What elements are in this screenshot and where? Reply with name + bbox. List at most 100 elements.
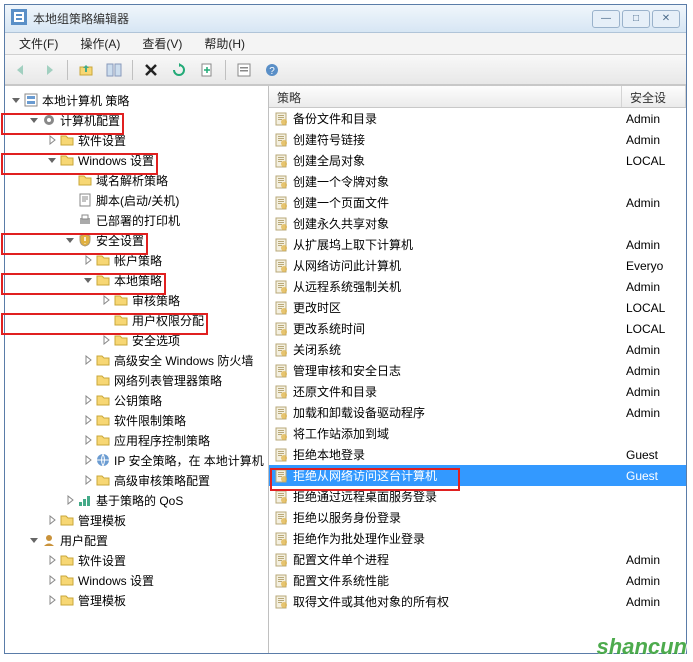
- expand-icon[interactable]: [81, 453, 95, 467]
- policy-row[interactable]: 管理审核和安全日志Admin: [269, 360, 686, 381]
- folder-icon: [95, 272, 111, 288]
- collapse-icon[interactable]: [9, 93, 23, 107]
- expand-icon[interactable]: [45, 553, 59, 567]
- policy-row[interactable]: 拒绝作为批处理作业登录: [269, 528, 686, 549]
- expand-icon[interactable]: [99, 293, 113, 307]
- menu-view[interactable]: 查看(V): [132, 33, 192, 54]
- collapse-icon[interactable]: [45, 153, 59, 167]
- tree-node[interactable]: 高级安全 Windows 防火墙: [5, 350, 268, 370]
- tree-node[interactable]: 本地计算机 策略: [5, 90, 268, 110]
- column-security[interactable]: 安全设: [622, 86, 686, 107]
- policy-row[interactable]: 创建永久共享对象: [269, 213, 686, 234]
- tree-node[interactable]: 公钥策略: [5, 390, 268, 410]
- menu-action[interactable]: 操作(A): [70, 33, 130, 54]
- policy-row[interactable]: 创建一个页面文件Admin: [269, 192, 686, 213]
- policy-row[interactable]: 拒绝以服务身份登录: [269, 507, 686, 528]
- tree-node[interactable]: 管理模板: [5, 510, 268, 530]
- policy-row[interactable]: 创建符号链接Admin: [269, 129, 686, 150]
- expand-icon[interactable]: [45, 593, 59, 607]
- expand-icon[interactable]: [45, 513, 59, 527]
- expand-icon[interactable]: [99, 333, 113, 347]
- tree-node[interactable]: 高级审核策略配置: [5, 470, 268, 490]
- policy-row[interactable]: 加载和卸载设备驱动程序Admin: [269, 402, 686, 423]
- policy-row[interactable]: 更改系统时间LOCAL: [269, 318, 686, 339]
- policy-row[interactable]: 配置文件单个进程Admin: [269, 549, 686, 570]
- properties-button[interactable]: [232, 58, 256, 82]
- policy-row[interactable]: 拒绝通过远程桌面服务登录: [269, 486, 686, 507]
- minimize-button[interactable]: —: [592, 10, 620, 28]
- tree-node[interactable]: 安全设置: [5, 230, 268, 250]
- policy-row[interactable]: 拒绝从网络访问这台计算机Guest: [269, 465, 686, 486]
- policy-row[interactable]: 备份文件和目录Admin: [269, 108, 686, 129]
- policy-row[interactable]: 更改时区LOCAL: [269, 297, 686, 318]
- policy-row[interactable]: 取得文件或其他对象的所有权Admin: [269, 591, 686, 612]
- policy-icon: [273, 258, 289, 274]
- tree-node[interactable]: 域名解析策略: [5, 170, 268, 190]
- tree-node[interactable]: 管理模板: [5, 590, 268, 610]
- tree-node[interactable]: 本地策略: [5, 270, 268, 290]
- expand-icon[interactable]: [81, 393, 95, 407]
- policy-row[interactable]: 将工作站添加到域: [269, 423, 686, 444]
- collapse-icon[interactable]: [81, 273, 95, 287]
- policy-row[interactable]: 从扩展坞上取下计算机Admin: [269, 234, 686, 255]
- policy-row[interactable]: 从网络访问此计算机Everyo: [269, 255, 686, 276]
- tree-node[interactable]: 网络列表管理器策略: [5, 370, 268, 390]
- tree-node[interactable]: 计算机配置: [5, 110, 268, 130]
- help-button[interactable]: ?: [260, 58, 284, 82]
- delete-button[interactable]: [139, 58, 163, 82]
- tree-node-label: 用户权限分配: [132, 312, 204, 329]
- maximize-button[interactable]: □: [622, 10, 650, 28]
- expand-icon[interactable]: [81, 473, 95, 487]
- policy-row[interactable]: 创建一个令牌对象: [269, 171, 686, 192]
- folder-icon: [77, 172, 93, 188]
- back-button[interactable]: [9, 58, 33, 82]
- collapse-icon[interactable]: [63, 233, 77, 247]
- tree-node-label: 公钥策略: [114, 392, 162, 409]
- policy-row[interactable]: 从远程系统强制关机Admin: [269, 276, 686, 297]
- export-button[interactable]: [195, 58, 219, 82]
- tree-node[interactable]: 帐户策略: [5, 250, 268, 270]
- tree-node[interactable]: Windows 设置: [5, 150, 268, 170]
- collapse-icon[interactable]: [27, 113, 41, 127]
- list-body[interactable]: 备份文件和目录Admin创建符号链接Admin创建全局对象LOCAL创建一个令牌…: [269, 108, 686, 653]
- forward-button[interactable]: [37, 58, 61, 82]
- policy-row[interactable]: 配置文件系统性能Admin: [269, 570, 686, 591]
- expand-icon[interactable]: [63, 493, 77, 507]
- tree-node[interactable]: 安全选项: [5, 330, 268, 350]
- policy-row[interactable]: 还原文件和目录Admin: [269, 381, 686, 402]
- tree-node[interactable]: 应用程序控制策略: [5, 430, 268, 450]
- tree-node[interactable]: 软件设置: [5, 130, 268, 150]
- tree-node-label: 本地计算机 策略: [42, 92, 129, 109]
- close-button[interactable]: ✕: [652, 10, 680, 28]
- expand-icon[interactable]: [45, 133, 59, 147]
- tree-node[interactable]: 脚本(启动/关机): [5, 190, 268, 210]
- tree-node[interactable]: 软件限制策略: [5, 410, 268, 430]
- expand-icon[interactable]: [81, 413, 95, 427]
- tree-node[interactable]: 用户配置: [5, 530, 268, 550]
- show-hide-tree-button[interactable]: [102, 58, 126, 82]
- policy-security: Admin: [622, 112, 682, 126]
- tree-pane[interactable]: 本地计算机 策略计算机配置软件设置Windows 设置域名解析策略脚本(启动/关…: [5, 86, 269, 653]
- tree-node[interactable]: 基于策略的 QoS: [5, 490, 268, 510]
- policy-row[interactable]: 关闭系统Admin: [269, 339, 686, 360]
- policy-row[interactable]: 拒绝本地登录Guest: [269, 444, 686, 465]
- policy-label: 创建全局对象: [293, 152, 622, 169]
- tree-node[interactable]: Windows 设置: [5, 570, 268, 590]
- tree-node[interactable]: IP 安全策略，在 本地计算机: [5, 450, 268, 470]
- column-policy[interactable]: 策略: [269, 86, 622, 107]
- expand-icon[interactable]: [45, 573, 59, 587]
- collapse-icon[interactable]: [27, 533, 41, 547]
- up-button[interactable]: [74, 58, 98, 82]
- menu-file[interactable]: 文件(F): [9, 33, 68, 54]
- tree-node[interactable]: 已部署的打印机: [5, 210, 268, 230]
- cog-icon: [41, 112, 57, 128]
- tree-node[interactable]: 软件设置: [5, 550, 268, 570]
- tree-node[interactable]: 审核策略: [5, 290, 268, 310]
- menu-help[interactable]: 帮助(H): [194, 33, 255, 54]
- policy-row[interactable]: 创建全局对象LOCAL: [269, 150, 686, 171]
- expand-icon[interactable]: [81, 253, 95, 267]
- expand-icon[interactable]: [81, 353, 95, 367]
- refresh-button[interactable]: [167, 58, 191, 82]
- expand-icon[interactable]: [81, 433, 95, 447]
- tree-node[interactable]: 用户权限分配: [5, 310, 268, 330]
